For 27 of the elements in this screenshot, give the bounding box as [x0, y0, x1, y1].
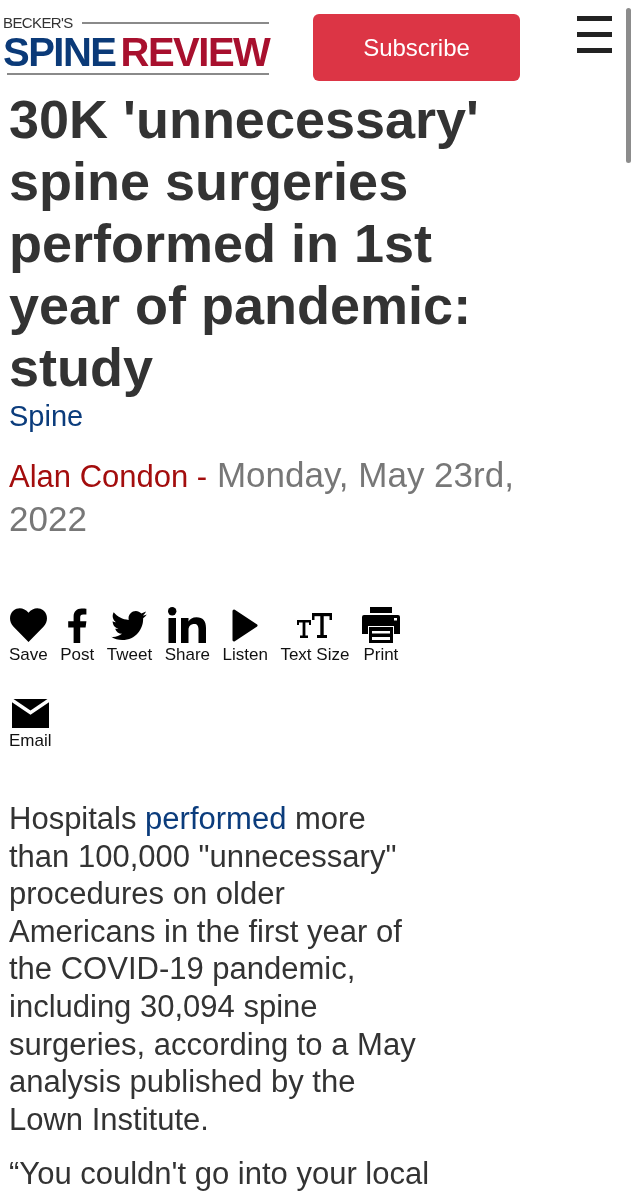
share-tool-button[interactable]: Save: [9, 607, 48, 665]
site-logo[interactable]: BECKER'S SPINEREVIEW: [3, 15, 269, 75]
byline: Alan Condon - Monday, May 23rd, 2022: [9, 454, 515, 540]
body-paragraph: “You couldn't go into your local: [9, 1155, 431, 1193]
menu-button[interactable]: [577, 16, 612, 53]
share-tool-button[interactable]: Print: [361, 607, 400, 665]
inline-link[interactable]: performed: [145, 801, 287, 836]
share-tool-button[interactable]: Text Size: [280, 607, 350, 665]
category-link[interactable]: Spine: [9, 398, 84, 434]
play-icon: [232, 608, 259, 642]
body-paragraph: Hospitals performed more than 100,000 "unnecessary" procedures on older Americans in the first year of the COVID-19 pandemic, including 30,094 spine surgeries, according to a May analysis published by the Lown Institute.: [9, 800, 417, 1139]
share-tool-button[interactable]: Post: [60, 607, 95, 665]
author-link[interactable]: Alan Condon: [9, 459, 189, 494]
heart-icon: [9, 608, 47, 642]
share-tool-button[interactable]: Share: [164, 607, 210, 665]
printer-icon: [361, 607, 400, 643]
article-title: 30K 'unnecessary' spine surgeries performed in 1st year of pandemic: study: [9, 88, 480, 398]
bird-icon: [111, 610, 148, 640]
text-size-icon: [297, 612, 333, 638]
share-tool-button[interactable]: Email: [9, 699, 52, 751]
share-tool-button[interactable]: Listen: [222, 607, 268, 665]
in-logo-icon: [168, 607, 207, 643]
envelope-icon: [11, 699, 49, 728]
subscribe-button[interactable]: Subscribe: [313, 14, 520, 81]
share-tool-button[interactable]: Tweet: [106, 607, 153, 665]
menu-icon: [577, 16, 612, 53]
f-logo-icon: [67, 607, 88, 643]
